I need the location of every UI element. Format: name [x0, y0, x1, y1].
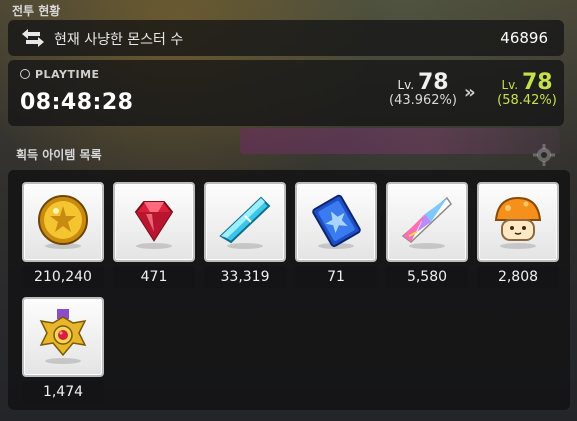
item-box[interactable] — [477, 182, 559, 262]
level-after-number: 78 — [521, 70, 553, 95]
item-slot[interactable]: 210,240 — [22, 182, 104, 288]
playtime-panel: PLAYTIME 08:48:28 Lv. 78 (43.962%) » Lv.… — [8, 60, 564, 126]
kill-count-label: 현재 사냥한 몬스터 수 — [54, 32, 184, 48]
rainbow-crystal-icon — [401, 196, 452, 249]
playtime-label-row: PLAYTIME — [20, 68, 100, 81]
item-slot[interactable]: 71 — [295, 182, 377, 288]
level-before: Lv. 78 (43.962%) — [380, 70, 466, 108]
clock-icon — [20, 69, 30, 79]
playtime-value: 08:48:28 — [20, 90, 134, 115]
item-slot[interactable]: 2,808 — [477, 182, 559, 288]
item-slot[interactable]: 1,474 — [22, 297, 104, 403]
red-gem-icon — [134, 201, 174, 249]
background-decoration — [240, 128, 560, 154]
gear-icon[interactable] — [532, 143, 556, 167]
level-before-prefix: Lv. — [397, 78, 415, 92]
items-panel: 210,240 471 33,319 71 5,580 2,808 1,474 — [8, 170, 570, 410]
level-arrow-icon: » — [464, 82, 476, 103]
kill-count-value: 46896 — [500, 29, 548, 47]
item-count: 210,240 — [22, 266, 104, 288]
items-title: 획득 아이템 목록 — [16, 148, 102, 162]
blue-crystal-icon — [219, 196, 271, 249]
orange-mushroom-icon — [494, 196, 542, 249]
medal-icon — [39, 309, 87, 364]
item-count: 471 — [113, 266, 195, 288]
item-count: 1,474 — [22, 381, 104, 403]
item-count: 33,319 — [204, 266, 286, 288]
level-before-number: 78 — [417, 70, 449, 95]
level-after: Lv. 78 (58.42%) — [490, 70, 564, 108]
swap-arrows-icon — [22, 29, 44, 47]
item-box[interactable] — [386, 182, 468, 262]
item-box[interactable] — [295, 182, 377, 262]
item-count: 71 — [295, 266, 377, 288]
blue-card-icon — [312, 194, 361, 249]
kill-count-row: 현재 사냥한 몬스터 수 46896 — [8, 20, 564, 56]
item-count: 5,580 — [386, 266, 468, 288]
item-slot[interactable]: 471 — [113, 182, 195, 288]
item-count: 2,808 — [477, 266, 559, 288]
playtime-label: PLAYTIME — [35, 68, 100, 81]
level-before-percent: (43.962%) — [389, 93, 457, 108]
item-box[interactable] — [204, 182, 286, 262]
item-box[interactable] — [113, 182, 195, 262]
level-after-prefix: Lv. — [501, 78, 519, 92]
item-box[interactable] — [22, 182, 104, 262]
item-slot[interactable]: 5,580 — [386, 182, 468, 288]
meso-coin-icon — [38, 195, 88, 249]
item-slot[interactable]: 33,319 — [204, 182, 286, 288]
item-box[interactable] — [22, 297, 104, 377]
section-title: 전투 현황 — [12, 4, 61, 18]
level-after-percent: (58.42%) — [497, 93, 557, 108]
